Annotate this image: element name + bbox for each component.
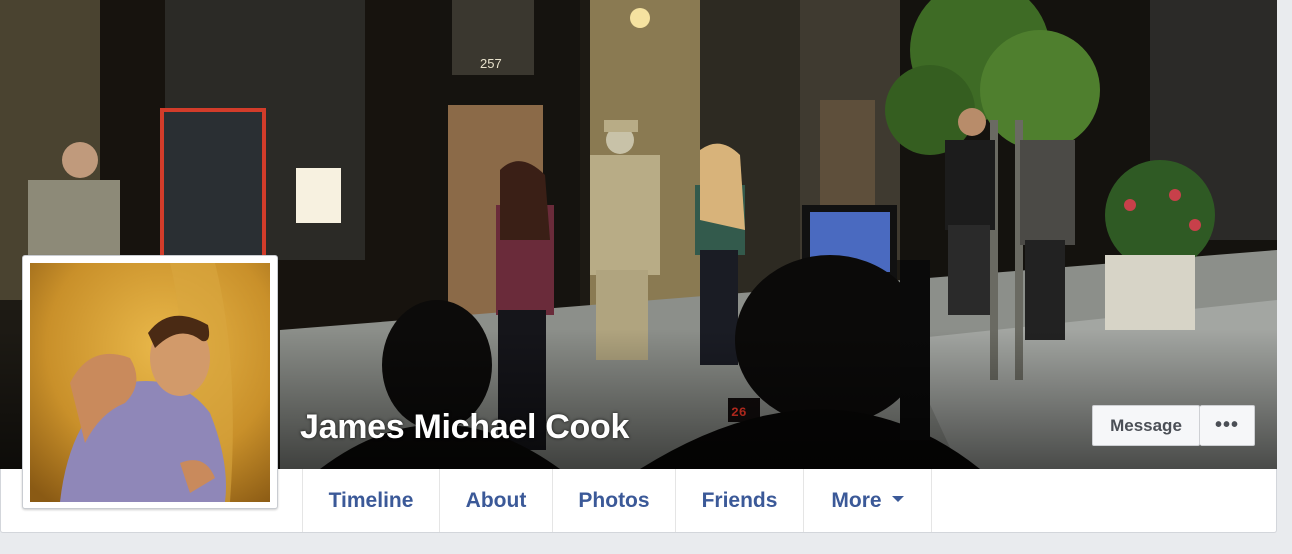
tab-friends[interactable]: Friends	[676, 469, 804, 532]
tab-photos[interactable]: Photos	[553, 469, 676, 532]
tab-about[interactable]: About	[440, 469, 553, 532]
tab-about-label: About	[465, 488, 527, 512]
address-number: 257	[480, 56, 502, 71]
tab-more[interactable]: More	[804, 469, 932, 532]
tab-photos-label: Photos	[578, 488, 650, 512]
profile-name[interactable]: James Michael Cook	[300, 408, 629, 447]
tab-more-label: More	[831, 488, 882, 512]
more-options-button[interactable]: •••	[1200, 405, 1255, 446]
tab-timeline[interactable]: Timeline	[302, 469, 440, 532]
profile-page: 257 James Michael Cook Message ••• Timel…	[0, 0, 1292, 554]
tab-friends-label: Friends	[701, 488, 778, 512]
tab-timeline-label: Timeline	[328, 488, 414, 512]
avatar-image	[30, 263, 270, 502]
caret-down-icon	[891, 495, 904, 502]
message-button[interactable]: Message	[1092, 405, 1200, 446]
avatar[interactable]	[30, 263, 270, 502]
profile-picture-frame[interactable]	[22, 255, 278, 509]
